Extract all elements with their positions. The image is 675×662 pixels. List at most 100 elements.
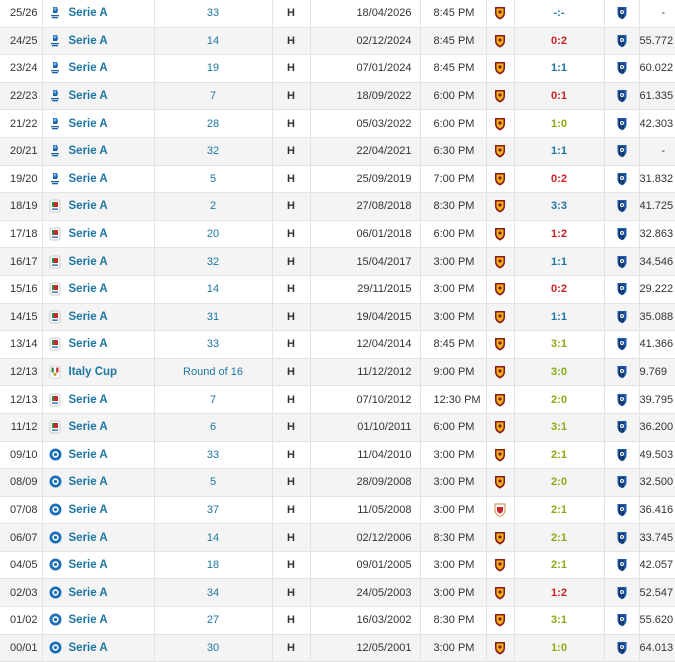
competition-link[interactable]: Serie A (69, 283, 108, 295)
result-link[interactable]: 1:1 (551, 62, 567, 74)
competition-link[interactable]: Serie A (69, 311, 108, 323)
matchday-link[interactable]: 30 (207, 642, 219, 654)
result-link[interactable]: 1:1 (551, 145, 567, 157)
roma-crest-icon[interactable] (494, 393, 506, 407)
roma-crest-icon[interactable] (494, 310, 506, 324)
result-link[interactable]: 3:1 (551, 614, 567, 626)
competition-link[interactable]: Serie A (69, 394, 108, 406)
competition-link[interactable]: Serie A (69, 200, 108, 212)
roma-crest-icon[interactable] (494, 89, 506, 103)
matchday-link[interactable]: 19 (207, 62, 219, 74)
result-link[interactable]: 2:1 (551, 532, 567, 544)
competition-link[interactable]: Serie A (69, 421, 108, 433)
matchday-link[interactable]: 32 (207, 145, 219, 157)
result-link[interactable]: 1:2 (551, 228, 567, 240)
competition-link[interactable]: Serie A (69, 62, 108, 74)
atalanta-crest-icon[interactable] (616, 61, 628, 75)
roma-crest-icon[interactable] (494, 199, 506, 213)
atalanta-crest-icon[interactable] (616, 34, 628, 48)
matchday-link[interactable]: 20 (207, 228, 219, 240)
roma-crest-icon[interactable] (494, 531, 506, 545)
roma-crest-icon[interactable] (494, 613, 506, 627)
atalanta-crest-icon[interactable] (616, 227, 628, 241)
result-link[interactable]: 0:2 (551, 35, 567, 47)
competition-link[interactable]: Serie A (69, 118, 108, 130)
competition-link[interactable]: Serie A (69, 642, 108, 654)
matchday-link[interactable]: 33 (207, 338, 219, 350)
matchday-link[interactable]: 6 (210, 421, 216, 433)
result-link[interactable]: 1:1 (551, 311, 567, 323)
competition-link[interactable]: Serie A (69, 338, 108, 350)
matchday-link[interactable]: 28 (207, 118, 219, 130)
atalanta-crest-icon[interactable] (616, 199, 628, 213)
atalanta-crest-icon[interactable] (616, 420, 628, 434)
roma-crest-icon[interactable] (494, 420, 506, 434)
result-link[interactable]: 2:1 (551, 449, 567, 461)
atalanta-crest-icon[interactable] (616, 310, 628, 324)
matchday-link[interactable]: 33 (207, 7, 219, 19)
roma-crest-icon[interactable] (494, 558, 506, 572)
matchday-link[interactable]: 27 (207, 614, 219, 626)
roma-crest-icon[interactable] (494, 6, 506, 20)
atalanta-crest-icon[interactable] (616, 448, 628, 462)
result-link[interactable]: 2:1 (551, 504, 567, 516)
atalanta-crest-icon[interactable] (616, 641, 628, 655)
competition-link[interactable]: Italy Cup (69, 366, 118, 378)
matchday-link[interactable]: 31 (207, 311, 219, 323)
result-link[interactable]: 3:0 (551, 366, 567, 378)
roma-crest-icon[interactable] (494, 475, 506, 489)
atalanta-crest-icon[interactable] (616, 144, 628, 158)
matchday-link[interactable]: Round of 16 (183, 366, 243, 378)
matchday-link[interactable]: 18 (207, 559, 219, 571)
result-link[interactable]: 0:2 (551, 283, 567, 295)
atalanta-crest-icon[interactable] (616, 117, 628, 131)
roma-crest-icon[interactable] (494, 34, 506, 48)
roma-crest-icon[interactable] (494, 172, 506, 186)
roma-crest-icon[interactable] (494, 61, 506, 75)
result-link[interactable]: 2:1 (551, 559, 567, 571)
matchday-link[interactable]: 2 (210, 200, 216, 212)
atalanta-crest-icon[interactable] (616, 6, 628, 20)
competition-link[interactable]: Serie A (69, 532, 108, 544)
roma-crest-icon[interactable] (494, 365, 506, 379)
competition-link[interactable]: Serie A (69, 145, 108, 157)
roma-crest-icon[interactable] (494, 117, 506, 131)
matchday-link[interactable]: 5 (210, 476, 216, 488)
atalanta-crest-icon[interactable] (616, 503, 628, 517)
competition-link[interactable]: Serie A (69, 7, 108, 19)
result-link[interactable]: 1:0 (551, 118, 567, 130)
result-link[interactable]: 2:0 (551, 394, 567, 406)
matchday-link[interactable]: 37 (207, 504, 219, 516)
result-link[interactable]: 1:1 (551, 256, 567, 268)
result-link[interactable]: -:- (554, 7, 565, 19)
roma-crest-icon[interactable] (494, 641, 506, 655)
roma-crest-icon[interactable] (494, 282, 506, 296)
competition-link[interactable]: Serie A (69, 256, 108, 268)
matchday-link[interactable]: 33 (207, 449, 219, 461)
matchday-link[interactable]: 34 (207, 587, 219, 599)
competition-link[interactable]: Serie A (69, 35, 108, 47)
roma-crest-icon[interactable] (494, 227, 506, 241)
atalanta-crest-icon[interactable] (616, 365, 628, 379)
atalanta-crest-icon[interactable] (616, 393, 628, 407)
matchday-link[interactable]: 7 (210, 394, 216, 406)
competition-link[interactable]: Serie A (69, 228, 108, 240)
roma-crest-icon[interactable] (494, 255, 506, 269)
competition-link[interactable]: Serie A (69, 504, 108, 516)
matchday-link[interactable]: 7 (210, 90, 216, 102)
atalanta-crest-icon[interactable] (616, 255, 628, 269)
atalanta-crest-icon[interactable] (616, 475, 628, 489)
competition-link[interactable]: Serie A (69, 587, 108, 599)
atalanta-crest-icon[interactable] (616, 337, 628, 351)
result-link[interactable]: 3:1 (551, 338, 567, 350)
roma-alt-crest-icon[interactable] (494, 503, 506, 517)
result-link[interactable]: 3:3 (551, 200, 567, 212)
roma-crest-icon[interactable] (494, 448, 506, 462)
result-link[interactable]: 2:0 (551, 476, 567, 488)
atalanta-crest-icon[interactable] (616, 282, 628, 296)
roma-crest-icon[interactable] (494, 144, 506, 158)
atalanta-crest-icon[interactable] (616, 531, 628, 545)
result-link[interactable]: 0:1 (551, 90, 567, 102)
result-link[interactable]: 0:2 (551, 173, 567, 185)
atalanta-crest-icon[interactable] (616, 172, 628, 186)
